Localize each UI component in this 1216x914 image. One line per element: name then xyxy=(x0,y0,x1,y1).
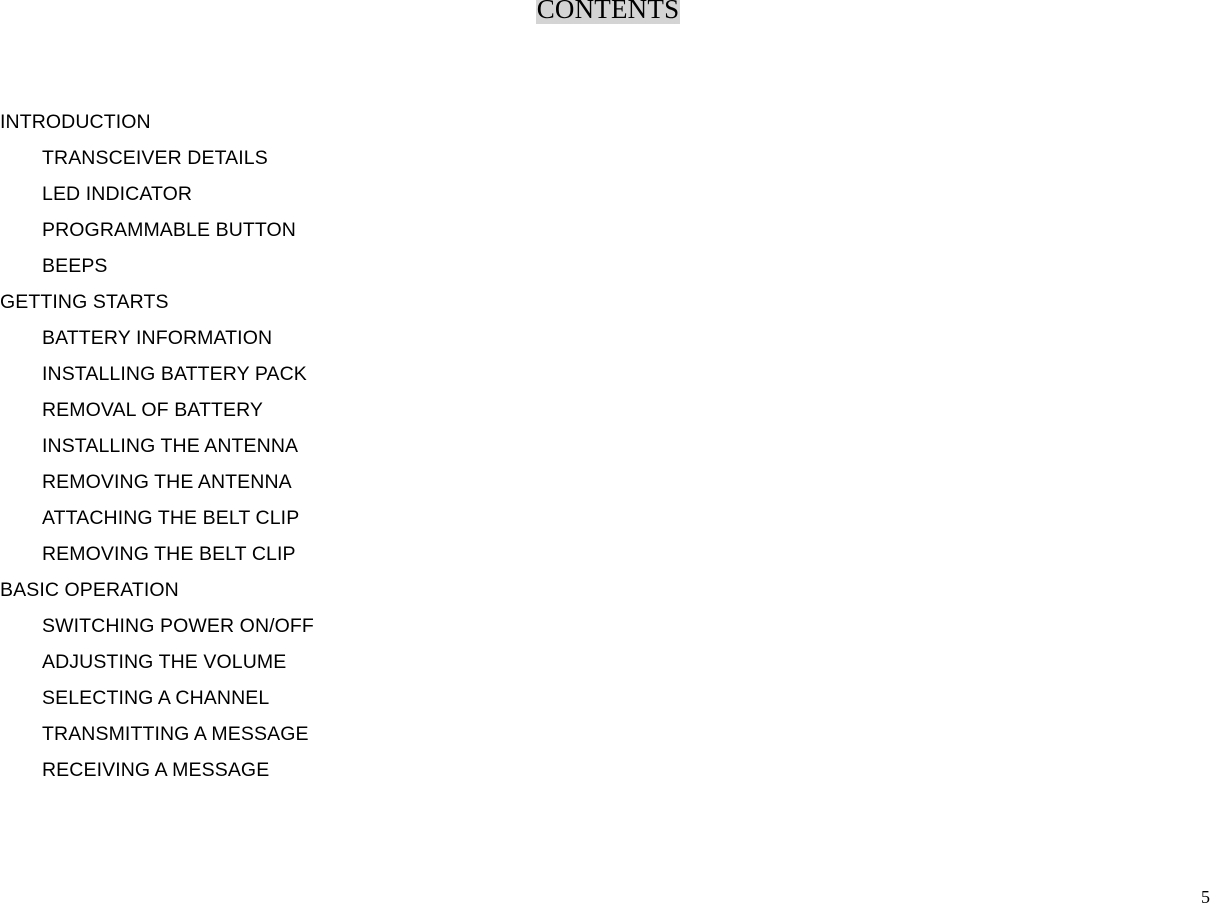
toc-entry[interactable]: TRANSMITTING A MESSAGE xyxy=(0,716,1216,752)
page-title-band: CONTENTS xyxy=(0,0,1216,30)
toc-entry[interactable]: PROGRAMMABLE BUTTON xyxy=(0,212,1216,248)
toc-entry[interactable]: REMOVING THE ANTENNA xyxy=(0,464,1216,500)
page-title: CONTENTS xyxy=(0,0,1216,28)
toc-entry[interactable]: BEEPS xyxy=(0,248,1216,284)
toc-entry[interactable]: INSTALLING THE ANTENNA xyxy=(0,428,1216,464)
toc-entry[interactable]: INSTALLING BATTERY PACK xyxy=(0,356,1216,392)
toc-entry[interactable]: REMOVAL OF BATTERY xyxy=(0,392,1216,428)
toc-entry[interactable]: BASIC OPERATION xyxy=(0,572,1216,608)
toc-entry[interactable]: SWITCHING POWER ON/OFF xyxy=(0,608,1216,644)
toc-entry[interactable]: TRANSCEIVER DETAILS xyxy=(0,140,1216,176)
toc-entry[interactable]: LED INDICATOR xyxy=(0,176,1216,212)
toc-entry[interactable]: INTRODUCTION xyxy=(0,104,1216,140)
toc-entry[interactable]: SELECTING A CHANNEL xyxy=(0,680,1216,716)
table-of-contents: INTRODUCTION TRANSCEIVER DETAILS LED INDIC… xyxy=(0,104,1216,788)
page-title-text: CONTENTS xyxy=(535,0,681,24)
toc-entry[interactable]: ADJUSTING THE VOLUME xyxy=(0,644,1216,680)
document-page: CONTENTS INTRODUCTION TRANSCEIVER DETAILS… xyxy=(0,0,1216,914)
toc-entry[interactable]: GETTING STARTS xyxy=(0,284,1216,320)
toc-entry[interactable]: ATTACHING THE BELT CLIP xyxy=(0,500,1216,536)
toc-entry[interactable]: REMOVING THE BELT CLIP xyxy=(0,536,1216,572)
page-number: 5 xyxy=(1201,887,1210,907)
toc-entry[interactable]: BATTERY INFORMATION xyxy=(0,320,1216,356)
toc-entry[interactable]: RECEIVING A MESSAGE xyxy=(0,752,1216,788)
